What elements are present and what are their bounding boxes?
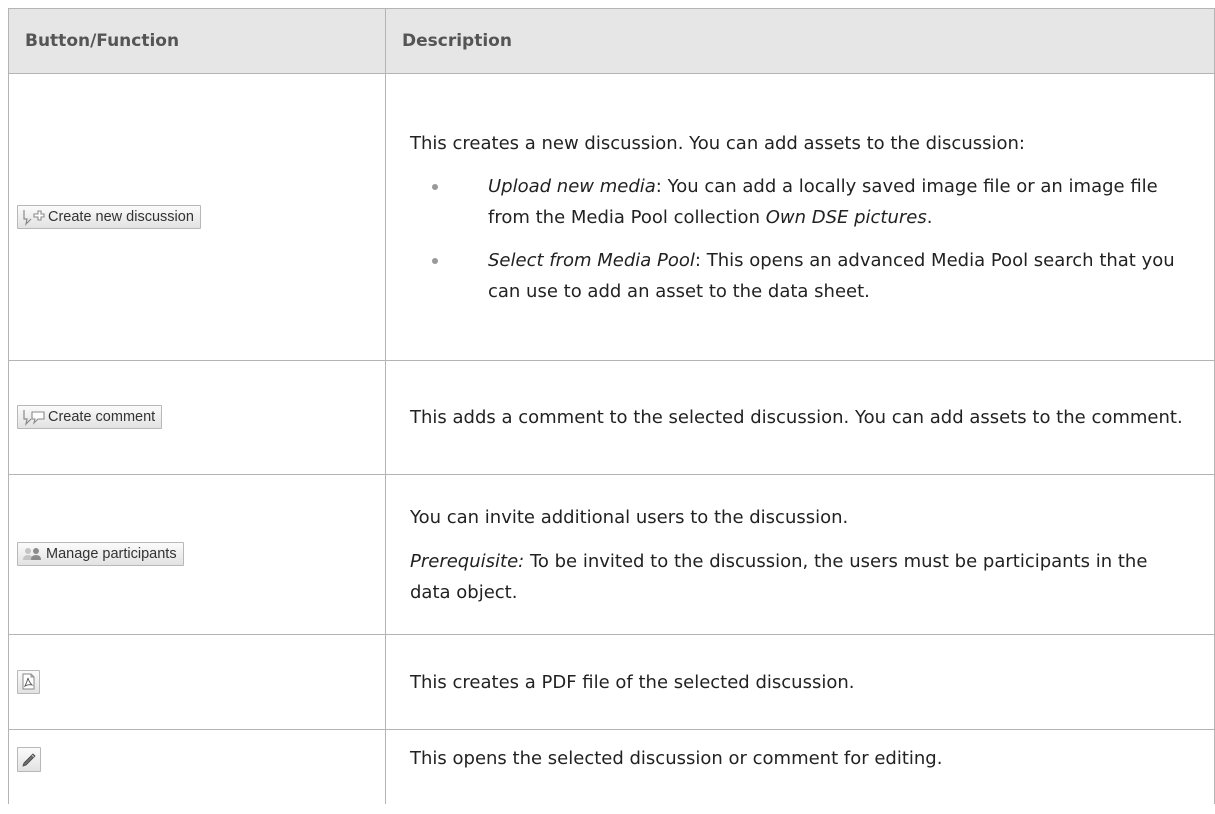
button-cell [8, 729, 386, 804]
bullet-icon [432, 183, 438, 190]
button-cell: Create comment [8, 360, 386, 475]
edit-button[interactable] [17, 747, 41, 772]
bullet-term: Select from Media Pool [488, 249, 695, 271]
prerequisite-label: Prerequisite: [410, 550, 525, 572]
bullet-list: Upload new media: You can add a locally … [410, 171, 1190, 307]
description-cell: This opens the selected discussion or co… [385, 729, 1215, 804]
description-text: This creates a PDF file of the selected … [410, 671, 855, 693]
pencil-icon [22, 752, 36, 767]
manage-participants-label: Manage participants [46, 546, 177, 562]
create-comment-button[interactable]: Create comment [17, 405, 163, 429]
table-header-row: Button/Function Description [8, 8, 1215, 74]
create-new-discussion-button[interactable]: Create new discussion [17, 204, 201, 229]
button-cell: Manage participants [8, 474, 386, 635]
pdf-icon [22, 673, 35, 690]
description-text: You can invite additional users to the d… [410, 506, 849, 528]
manage-participants-button[interactable]: Manage participants [17, 542, 184, 566]
table-row: Create new discussion This creates a new… [8, 73, 1215, 361]
header-description: Description [385, 8, 1215, 74]
description-cell: This creates a new discussion. You can a… [385, 73, 1215, 361]
description-cell: You can invite additional users to the d… [385, 474, 1215, 635]
create-discussion-icon [23, 209, 45, 226]
list-item: Select from Media Pool: This opens an ad… [410, 245, 1190, 307]
description-text: This adds a comment to the selected disc… [410, 407, 1183, 428]
header-button-function: Button/Function [8, 8, 386, 74]
button-cell: Create new discussion [8, 73, 386, 361]
table-row: Create comment This adds a comment to th… [8, 360, 1215, 475]
description-cell: This adds a comment to the selected disc… [385, 360, 1215, 475]
table-row: This creates a PDF file of the selected … [8, 634, 1215, 730]
list-item: Upload new media: You can add a locally … [410, 171, 1190, 233]
create-comment-label: Create comment [48, 409, 156, 425]
button-cell [8, 634, 386, 730]
table-row: Manage participants You can invite addit… [8, 474, 1215, 635]
table-row: This opens the selected discussion or co… [8, 729, 1215, 804]
bullet-icon [432, 257, 438, 264]
function-table: Button/Function Description Create new d… [8, 8, 1215, 804]
prerequisite-text: Prerequisite: To be invited to the discu… [410, 546, 1190, 608]
participants-icon [23, 548, 41, 560]
bullet-end: . [926, 206, 933, 228]
description-cell: This creates a PDF file of the selected … [385, 634, 1215, 730]
bullet-term: Upload new media [488, 175, 656, 197]
create-new-discussion-label: Create new discussion [48, 208, 194, 225]
create-comment-icon [23, 410, 45, 426]
description-text: This creates a new discussion. You can a… [410, 132, 1025, 154]
bullet-emphasis: Own DSE pictures [765, 206, 927, 228]
pdf-button[interactable] [17, 669, 40, 694]
description-text: This opens the selected discussion or co… [410, 748, 943, 769]
